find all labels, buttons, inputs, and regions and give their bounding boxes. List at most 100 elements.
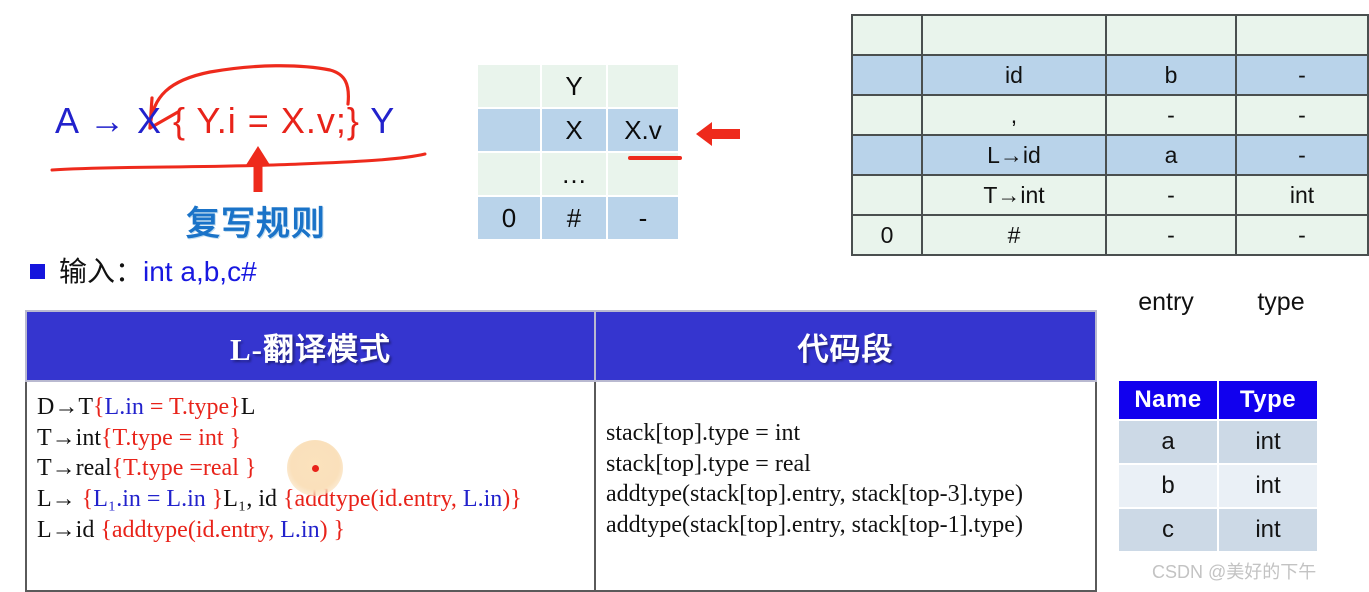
parse-cell — [921, 14, 1107, 56]
rule-segment: L₁ — [223, 486, 247, 513]
parse-cell: 0 — [851, 214, 923, 256]
translation-rule-line: D→T{L.in = T.type}L — [37, 392, 586, 423]
parse-cell — [1235, 14, 1369, 56]
header-code-segment: 代码段 — [594, 310, 1097, 382]
rule-segment: , id — [246, 486, 283, 513]
stack-cell: X — [542, 109, 606, 151]
rule-segment: L.in — [280, 516, 320, 543]
symbol-cell: c — [1119, 509, 1217, 551]
code-line: stack[top].type = real — [606, 450, 811, 477]
parse-stack-table-body: id b -, - - L→id a - T→int - int 0 # - - — [851, 14, 1369, 256]
parse-cell: - — [1105, 94, 1237, 136]
table-row: c int — [1119, 509, 1317, 551]
rule-segment: } — [229, 394, 241, 420]
rules-table-body: D→T{L.in = T.type}L T→int{T.type = int } T… — [25, 380, 1097, 592]
rule-segment: L.in — [104, 394, 144, 420]
rule-segment: L→ — [37, 486, 82, 513]
rule-segment: { — [93, 394, 105, 420]
table-row: b int — [1119, 465, 1317, 507]
rule-segment: L.in — [462, 486, 503, 513]
stack-cell: - — [608, 197, 678, 239]
rule-segment: T→real — [37, 455, 112, 482]
parse-cell: - — [1235, 94, 1369, 136]
symbol-table: Name Type a int b int c int — [1117, 379, 1319, 553]
formula-action: { Y.i = X.v;} — [173, 100, 360, 141]
rule-segment: T→int — [37, 424, 101, 451]
xv-red-underline-icon — [628, 156, 682, 160]
stack-cell — [478, 109, 540, 151]
table-row: T→int - int — [851, 174, 1369, 216]
stack-table-body: Y X X.v… 0 # - — [478, 65, 678, 239]
rule-segment: )} — [502, 486, 522, 513]
formula-suffix: Y — [359, 100, 396, 141]
rule-segment: L — [240, 394, 256, 420]
rules-table-head: L-翻译模式 代码段 — [25, 310, 1097, 382]
parse-cell: L→id — [921, 134, 1107, 176]
symbol-header-name: Name — [1119, 381, 1217, 419]
rule-segment: T.type — [168, 394, 230, 420]
table-row: X X.v — [478, 109, 678, 151]
rule-segment: T.type = int } — [112, 424, 242, 451]
rules-table-row: D→T{L.in = T.type}L T→int{T.type = int } T… — [25, 380, 1097, 592]
parse-cell: # — [921, 214, 1107, 256]
table-row — [851, 14, 1369, 56]
parse-stack-table: id b -, - - L→id a - T→int - int 0 # - - — [851, 14, 1369, 256]
formula-annotation-area: A → X { Y.i = X.v;} Y 复写规则 输入：int a,b,c# — [0, 0, 470, 300]
rule-segment: = — [143, 394, 169, 420]
input-line: 输入：int a,b,c# — [30, 250, 257, 290]
code-line: stack[top].type = int — [606, 420, 801, 446]
symbol-header-type: Type — [1219, 381, 1317, 419]
left-arrow-icon — [696, 122, 740, 146]
symbol-table-body: a int b int c int — [1119, 421, 1317, 551]
entry-label: entry — [1138, 288, 1194, 316]
parse-cell: - — [1105, 174, 1237, 216]
rule-segment: {addtype(id.entry, — [100, 516, 281, 543]
symbol-table-header-row: Name Type — [1119, 381, 1317, 419]
parse-cell: , — [921, 94, 1107, 136]
table-row: Y — [478, 65, 678, 107]
stack-table: Y X X.v… 0 # - — [476, 63, 680, 241]
parse-cell — [851, 134, 923, 176]
parse-cell: - — [1235, 214, 1369, 256]
rule-segment: D→T — [37, 394, 93, 420]
rule-segment: L→id — [37, 516, 101, 543]
rule-segment: T.type =real } — [123, 455, 257, 482]
stack-cell — [478, 153, 540, 195]
rules-table-header-row: L-翻译模式 代码段 — [25, 310, 1097, 382]
input-value: int a,b,c# — [143, 256, 257, 287]
stack-cell: 0 — [478, 197, 540, 239]
table-row: ,-- — [851, 94, 1369, 136]
symbol-cell: int — [1219, 465, 1317, 507]
parse-cell: - — [1105, 214, 1237, 256]
copy-rule-label: 复写规则 — [186, 205, 326, 243]
symbol-cell: b — [1119, 465, 1217, 507]
rule-segment: { — [81, 486, 94, 513]
symbol-cell: int — [1219, 421, 1317, 463]
laser-dot-icon — [312, 465, 319, 472]
laser-pointer-highlight-icon — [287, 440, 343, 496]
parse-cell: T→int — [921, 174, 1107, 216]
code-line: addtype(stack[top].entry, stack[top-3].t… — [606, 481, 1023, 508]
parse-cell: - — [1235, 54, 1369, 96]
stack-cell — [478, 65, 540, 107]
stack-cell — [608, 65, 678, 107]
parse-cell — [851, 94, 923, 136]
watermark: CSDN @美好的下午 — [1152, 562, 1317, 582]
rule-segment: { — [101, 424, 113, 451]
table-row: id b - — [851, 54, 1369, 96]
translation-rule-line: L→id {addtype(id.entry, L.in) } — [37, 515, 586, 546]
symbol-cell: a — [1119, 421, 1217, 463]
type-label: type — [1257, 288, 1305, 316]
parse-cell — [851, 14, 923, 56]
symbol-table-head: Name Type — [1119, 381, 1317, 419]
rule-segment: ) } — [319, 516, 346, 543]
parse-cell: id — [921, 54, 1107, 96]
formula-prefix: A → X — [55, 100, 174, 141]
parse-cell — [851, 54, 923, 96]
rule-segment: } — [211, 486, 224, 513]
production-formula: A → X { Y.i = X.v;} Y — [55, 100, 395, 142]
parse-cell: int — [1235, 174, 1369, 216]
code-line: addtype(stack[top].entry, stack[top-1].t… — [606, 512, 1023, 539]
code-segment-cell: stack[top].type = int stack[top].type = r… — [594, 380, 1097, 592]
rule-segment: L₁.in = L.in — [93, 486, 212, 513]
